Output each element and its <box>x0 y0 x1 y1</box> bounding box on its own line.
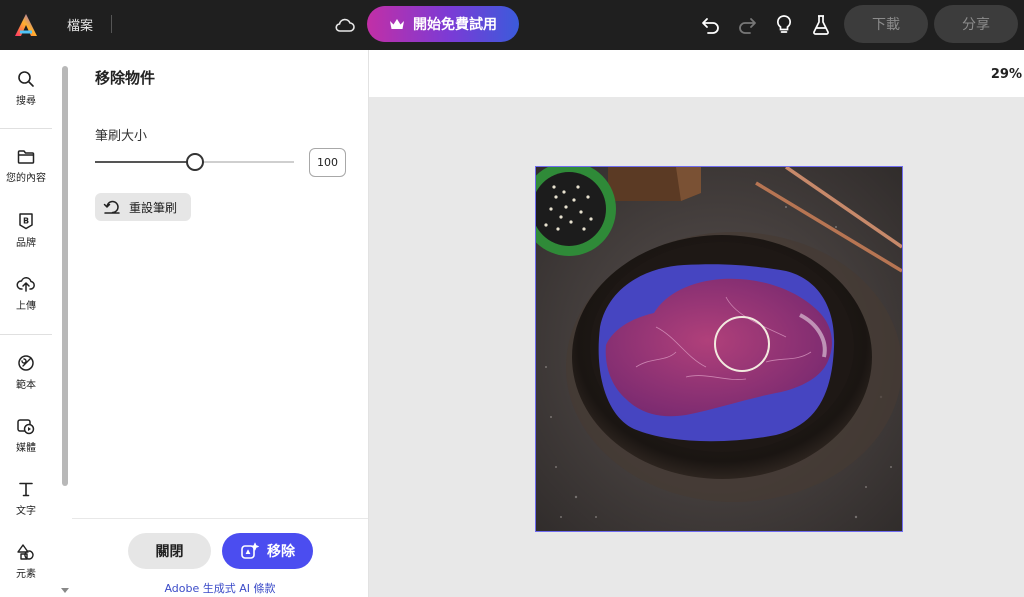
svg-text:B: B <box>23 217 29 226</box>
top-bar: 檔案 開始免費試用 下載 分享 <box>0 0 1024 50</box>
rail-item-text[interactable]: 文字 <box>0 480 52 517</box>
zoom-level[interactable]: 29% <box>991 67 1022 82</box>
remove-object-panel: 移除物件 筆刷大小 100 重設筆刷 關閉 移除 Adobe 生成式 AI 條款 <box>72 50 369 597</box>
panel-divider <box>72 518 368 519</box>
file-menu[interactable]: 檔案 <box>67 15 93 34</box>
canvas-header: 29% <box>369 50 1024 97</box>
magic-remove-icon <box>241 542 259 559</box>
download-button[interactable]: 下載 <box>844 5 928 43</box>
rail-label: 元素 <box>16 569 36 580</box>
text-icon <box>19 482 33 497</box>
search-icon <box>18 71 34 87</box>
brush-size-label: 筆刷大小 <box>95 129 148 144</box>
start-free-trial-button[interactable]: 開始免費試用 <box>367 6 519 42</box>
template-icon <box>18 355 34 371</box>
panel-title: 移除物件 <box>95 69 156 87</box>
rail-label: 上傳 <box>16 301 36 312</box>
slider-fill <box>95 161 195 163</box>
rail-label: 品牌 <box>16 238 36 249</box>
cloud-icon[interactable] <box>333 13 357 37</box>
rail-label: 您的內容 <box>6 173 46 184</box>
remove-button[interactable]: 移除 <box>222 533 313 569</box>
crown-icon <box>390 19 404 29</box>
rail-item-media[interactable]: 媒體 <box>0 417 52 454</box>
undo-icon[interactable] <box>699 13 723 37</box>
rail-scrollbar[interactable] <box>62 66 68 486</box>
scroll-down-arrow-icon[interactable] <box>61 588 69 593</box>
reset-brush-label: 重設筆刷 <box>129 200 178 215</box>
topbar-divider <box>111 15 112 33</box>
steak-photo <box>536 167 902 531</box>
start-free-trial-label: 開始免費試用 <box>413 17 497 33</box>
brand-icon: B <box>19 213 33 230</box>
lightbulb-icon[interactable] <box>772 13 796 37</box>
flask-icon[interactable] <box>809 13 833 37</box>
rail-divider <box>0 128 52 129</box>
rail-item-your-content[interactable]: 您的內容 <box>0 149 52 184</box>
upload-icon <box>16 277 35 292</box>
left-rail: 搜尋 您的內容 B 品牌 上傳 範本 媒體 文字 元素 <box>0 50 72 597</box>
share-button[interactable]: 分享 <box>934 5 1018 43</box>
elements-icon <box>17 544 34 560</box>
redo-icon[interactable] <box>735 13 759 37</box>
brush-size-slider[interactable] <box>95 153 294 171</box>
rail-label: 搜尋 <box>16 96 36 107</box>
rail-item-templates[interactable]: 範本 <box>0 354 52 391</box>
rail-item-brand[interactable]: B 品牌 <box>0 212 52 249</box>
adobe-express-logo[interactable] <box>12 11 40 39</box>
rail-item-search[interactable]: 搜尋 <box>0 70 52 107</box>
remove-label: 移除 <box>267 544 295 560</box>
rail-item-upload[interactable]: 上傳 <box>0 275 52 312</box>
rail-item-elements[interactable]: 元素 <box>0 543 52 580</box>
media-icon <box>17 419 35 435</box>
reset-brush-button[interactable]: 重設筆刷 <box>95 193 191 221</box>
rail-divider <box>0 334 52 335</box>
canvas-image[interactable] <box>535 166 903 532</box>
reset-icon <box>103 200 120 214</box>
rail-label: 範本 <box>16 380 36 391</box>
close-button[interactable]: 關閉 <box>128 533 211 569</box>
slider-thumb[interactable] <box>186 153 204 171</box>
folder-icon <box>17 150 35 164</box>
rail-label: 文字 <box>16 506 36 517</box>
ai-terms-link[interactable]: Adobe 生成式 AI 條款 <box>72 580 368 596</box>
brush-size-input[interactable]: 100 <box>309 148 346 177</box>
rail-label: 媒體 <box>16 443 36 454</box>
